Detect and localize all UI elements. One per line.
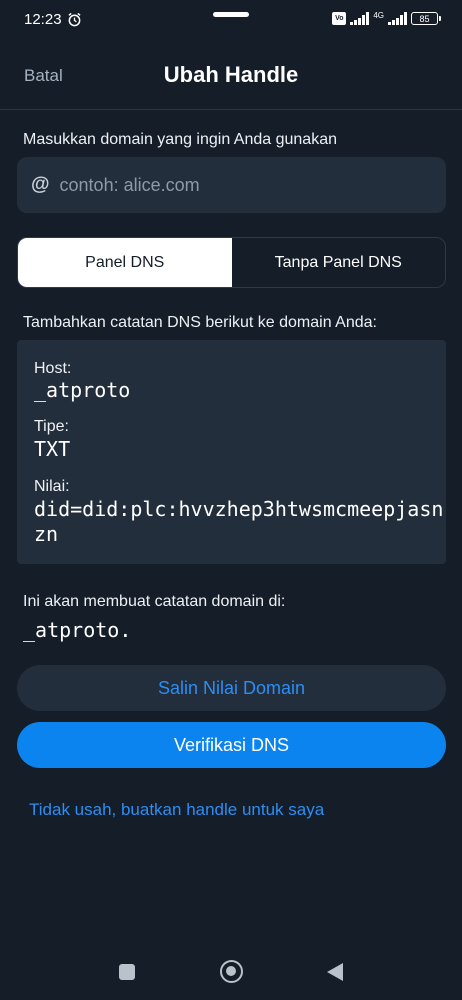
dns-mode-tabs: Panel DNS Tanpa Panel DNS — [17, 237, 446, 288]
battery-level: 85 — [419, 13, 430, 24]
signal-icon-2 — [388, 12, 407, 25]
network-type: 4G — [373, 10, 384, 20]
verify-dns-button[interactable]: Verifikasi DNS — [17, 722, 446, 768]
value-label: Nilai: — [34, 478, 70, 495]
status-bar: 12:23 Vo 4G 85 — [0, 0, 462, 40]
record-domain: _atproto. — [23, 618, 132, 642]
value-value: did=did:plc:hvvzhep3htwsmcmeepjasnzn — [34, 497, 444, 546]
type-value: TXT — [34, 437, 71, 461]
signal-icon — [350, 12, 370, 25]
dns-record-box: Host: _atproto Tipe: TXT Nilai: did=did:… — [17, 340, 446, 564]
volte-icon: Vo — [332, 12, 347, 25]
screen: 12:23 Vo 4G 85 Batal Ubah Handle Masukka… — [0, 0, 462, 1000]
skip-handle-link[interactable]: Tidak usah, buatkan handle untuk saya — [29, 800, 324, 820]
dns-instruction: Tambahkan catatan DNS berikut ke domain … — [23, 314, 377, 331]
domain-prompt: Masukkan domain yang ingin Anda gunakan — [23, 131, 337, 148]
host-label: Host: — [34, 360, 72, 377]
at-icon: @ — [31, 174, 50, 195]
type-label: Tipe: — [34, 418, 69, 435]
host-value: _atproto — [34, 378, 131, 402]
tab-dns-panel[interactable]: Panel DNS — [18, 238, 232, 287]
record-note: Ini akan membuat catatan domain di: — [23, 593, 286, 610]
tab-no-dns-panel[interactable]: Tanpa Panel DNS — [231, 238, 445, 287]
domain-input[interactable] — [59, 174, 400, 196]
domain-input-box[interactable]: @ — [17, 157, 446, 213]
notch-pill — [213, 12, 249, 17]
nav-back-icon[interactable] — [327, 963, 343, 981]
alarm-icon — [68, 12, 81, 27]
system-nav-bar — [0, 945, 462, 1000]
copy-domain-value-button[interactable]: Salin Nilai Domain — [17, 665, 446, 711]
battery-icon: 85 — [411, 12, 441, 25]
status-time: 12:23 — [24, 11, 62, 28]
nav-home-icon[interactable] — [220, 960, 243, 983]
status-icons: Vo 4G 85 — [332, 10, 441, 25]
page-title: Ubah Handle — [163, 62, 299, 87]
header: Batal Ubah Handle — [0, 40, 462, 110]
nav-square-icon[interactable] — [119, 964, 135, 980]
